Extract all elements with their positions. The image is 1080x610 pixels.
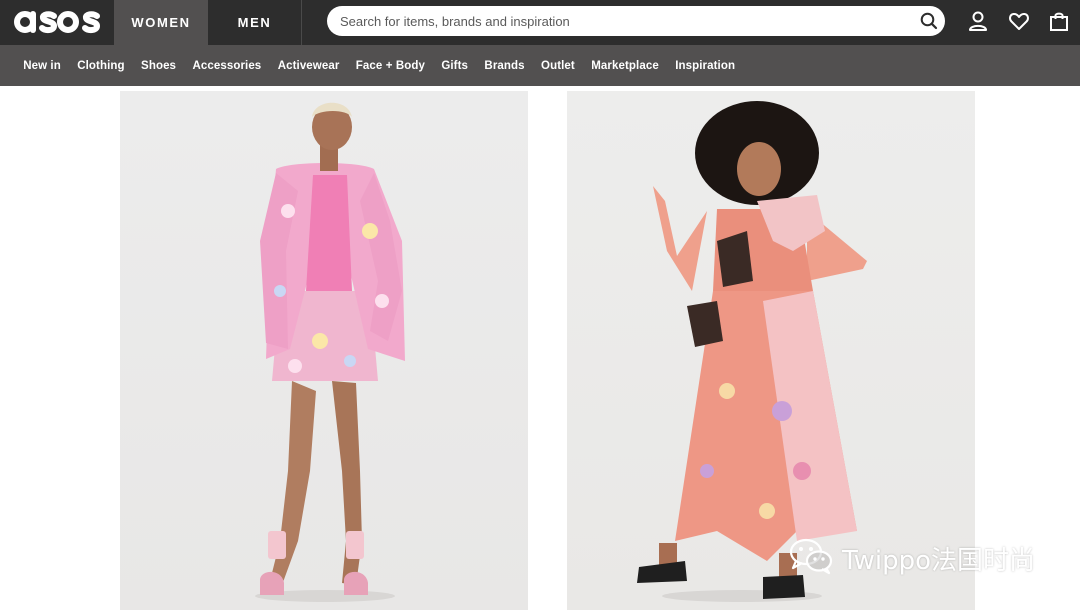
nav-item-new-in[interactable]: New in xyxy=(15,60,69,72)
nav-item-accessories[interactable]: Accessories xyxy=(184,60,269,72)
wechat-icon xyxy=(788,536,834,581)
nav-item-gifts[interactable]: Gifts xyxy=(433,60,476,72)
nav-item-clothing[interactable]: Clothing xyxy=(69,60,133,72)
product-image-pink-blazer-set[interactable] xyxy=(120,91,528,610)
search-icon[interactable] xyxy=(919,11,939,31)
nav-item-brands[interactable]: Brands xyxy=(476,60,533,72)
category-nav: New in Clothing Shoes Accessories Active… xyxy=(0,45,1080,86)
watermark-text: Twippo法国时尚 xyxy=(842,545,1035,576)
model-illustration-2 xyxy=(637,101,877,602)
account-icon[interactable] xyxy=(967,10,989,32)
tab-women[interactable]: WOMEN xyxy=(114,0,208,45)
nav-item-activewear[interactable]: Activewear xyxy=(270,60,348,72)
top-header: WOMEN MEN xyxy=(0,0,1080,45)
nav-item-inspiration[interactable]: Inspiration xyxy=(667,60,743,72)
nav-item-face-body[interactable]: Face + Body xyxy=(348,60,434,72)
product-image-floral-maxi-dress[interactable] xyxy=(567,91,975,610)
nav-item-outlet[interactable]: Outlet xyxy=(533,60,583,72)
search-bar xyxy=(327,6,945,36)
tab-men[interactable]: MEN xyxy=(208,0,302,45)
saved-items-heart-icon[interactable] xyxy=(1008,10,1030,32)
nav-item-shoes[interactable]: Shoes xyxy=(133,60,184,72)
search-input[interactable] xyxy=(327,6,907,36)
asos-logo[interactable] xyxy=(14,4,102,40)
nav-item-marketplace[interactable]: Marketplace xyxy=(583,60,667,72)
bag-icon[interactable] xyxy=(1048,10,1070,32)
model-illustration-1 xyxy=(255,102,405,602)
watermark: Twippo法国时尚 xyxy=(788,538,1035,578)
